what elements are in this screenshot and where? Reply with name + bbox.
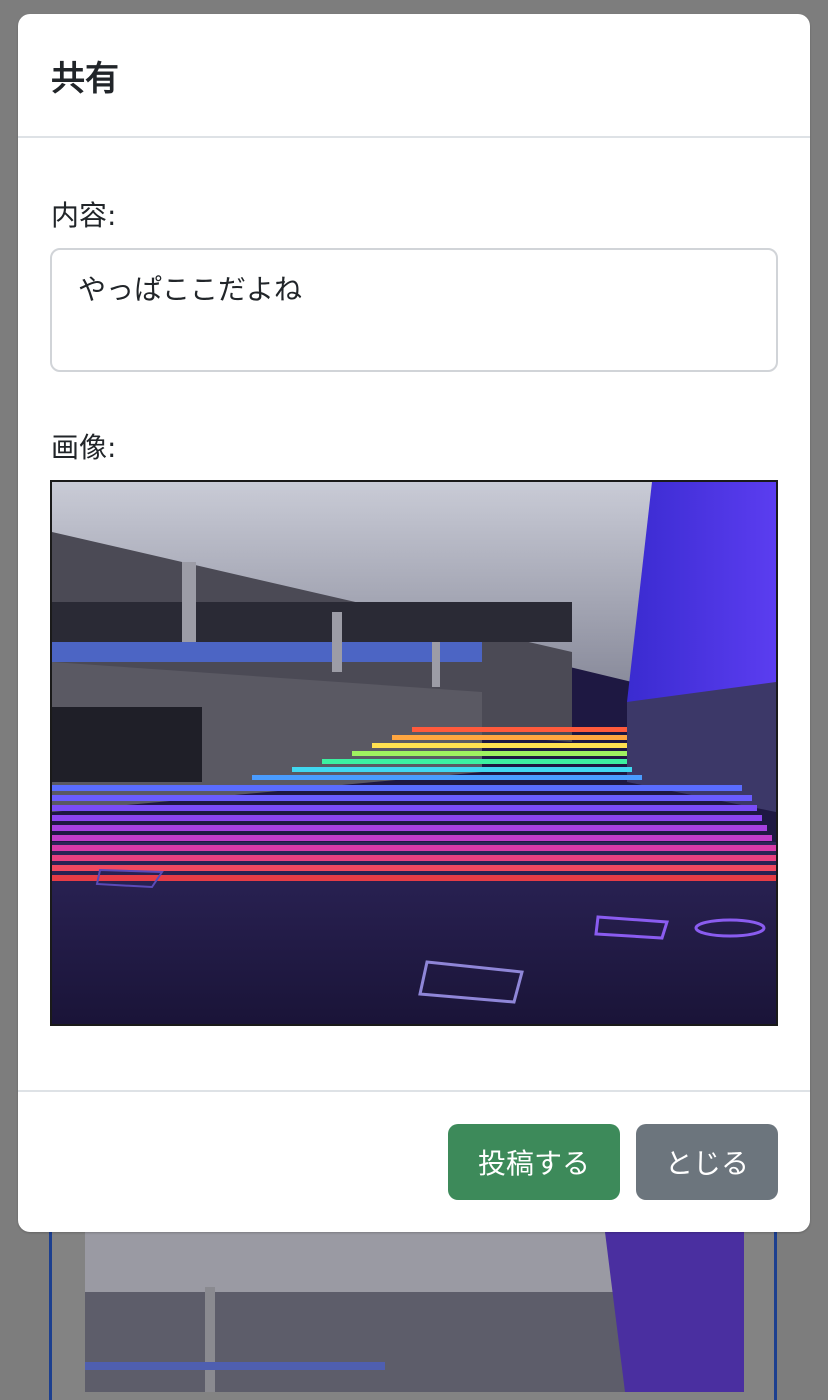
share-modal: 共有 内容: やっぱここだよね 画像: 投稿する とじる xyxy=(18,14,810,1232)
modal-footer: 投稿する とじる xyxy=(18,1090,810,1232)
post-button[interactable]: 投稿する xyxy=(448,1124,620,1200)
content-textarea[interactable]: やっぱここだよね xyxy=(50,248,778,372)
image-label: 画像: xyxy=(51,431,117,464)
image-preview xyxy=(50,480,778,1026)
background-post-photo xyxy=(85,1232,744,1392)
modal-body: 内容: やっぱここだよね 画像: xyxy=(18,138,810,1090)
modal-header: 共有 xyxy=(18,14,810,138)
modal-title: 共有 xyxy=(51,58,119,99)
close-button[interactable]: とじる xyxy=(636,1124,778,1200)
content-label: 内容: xyxy=(51,199,117,232)
